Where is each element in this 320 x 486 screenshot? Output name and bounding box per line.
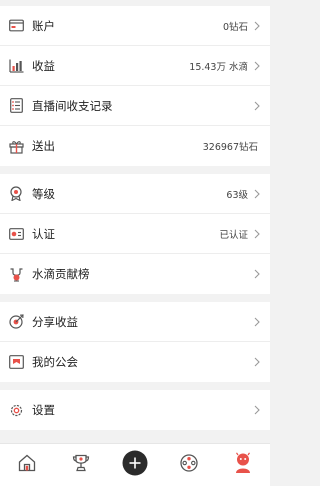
verify-card-icon [8,226,24,242]
chevron-right-icon [252,61,262,71]
menu-item-verification[interactable]: 认证 已认证 [0,214,270,254]
social-group: 分享收益 我的公会 [0,302,270,382]
tab-start-live[interactable] [115,445,155,485]
menu-item-label: 直播间收支记录 [32,98,113,113]
settings-list: 账户 0钻石 收益 15.43万 水滴 直播间收支记录 送出 326967钻石 … [0,6,270,430]
tab-video[interactable] [169,445,209,485]
menu-item-label: 水滴贡献榜 [32,267,90,281]
film-reel-icon [179,453,199,477]
level-badge-icon [8,186,24,202]
chevron-right-icon [252,189,262,199]
menu-item-contribution-rank[interactable]: 水滴贡献榜 [0,254,270,294]
settings-gear-icon [8,402,24,418]
chevron-right-icon [252,229,262,239]
menu-item-live-records[interactable]: 直播间收支记录 [0,86,270,126]
wallet-icon [8,18,24,34]
account-group: 账户 0钻石 收益 15.43万 水滴 直播间收支记录 送出 326967钻石 [0,6,270,166]
tab-rank[interactable] [61,445,101,485]
chevron-right-icon [252,405,262,415]
menu-item-settings[interactable]: 设置 [0,390,270,430]
menu-item-value: 63级 [226,189,248,201]
guild-flag-icon [8,354,24,370]
settings-group: 设置 [0,390,270,430]
menu-item-my-guild[interactable]: 我的公会 [0,342,270,382]
menu-item-value: 已认证 [219,229,248,241]
menu-item-account[interactable]: 账户 0钻石 [0,6,270,46]
menu-item-label: 送出 [32,139,55,153]
menu-item-label: 等级 [32,186,55,201]
menu-item-label: 账户 [32,18,55,33]
chevron-right-icon [252,269,262,279]
menu-item-label: 分享收益 [32,314,78,329]
menu-item-label: 我的公会 [32,355,78,369]
share-target-icon [8,314,24,330]
menu-item-value: 0钻石 [222,21,248,33]
menu-item-share-income[interactable]: 分享收益 [0,302,270,342]
menu-item-level[interactable]: 等级 63级 [0,174,270,214]
gift-icon [8,138,24,154]
chevron-right-icon [252,101,262,111]
tab-profile[interactable] [223,445,263,485]
profile-avatar-icon [233,452,253,478]
bar-chart-icon [8,58,24,74]
chevron-right-icon [252,21,262,31]
menu-item-value: 326967钻石 [202,142,258,153]
menu-item-label: 认证 [32,226,55,241]
profile-group: 等级 63级 认证 已认证 水滴贡献榜 [0,174,270,294]
trophy-icon [71,453,91,477]
record-list-icon [8,98,24,114]
home-icon [17,453,37,477]
chevron-right-icon [252,317,262,327]
chevron-right-icon [252,357,262,367]
contribution-rank-icon [8,266,24,282]
menu-item-value: 15.43万 水滴 [189,61,248,73]
add-live-icon [122,450,148,480]
menu-item-label: 设置 [32,403,55,417]
menu-item-label: 收益 [32,58,55,73]
tab-home[interactable] [7,445,47,485]
menu-item-income[interactable]: 收益 15.43万 水滴 [0,46,270,86]
menu-item-sent: 送出 326967钻石 [0,126,270,166]
